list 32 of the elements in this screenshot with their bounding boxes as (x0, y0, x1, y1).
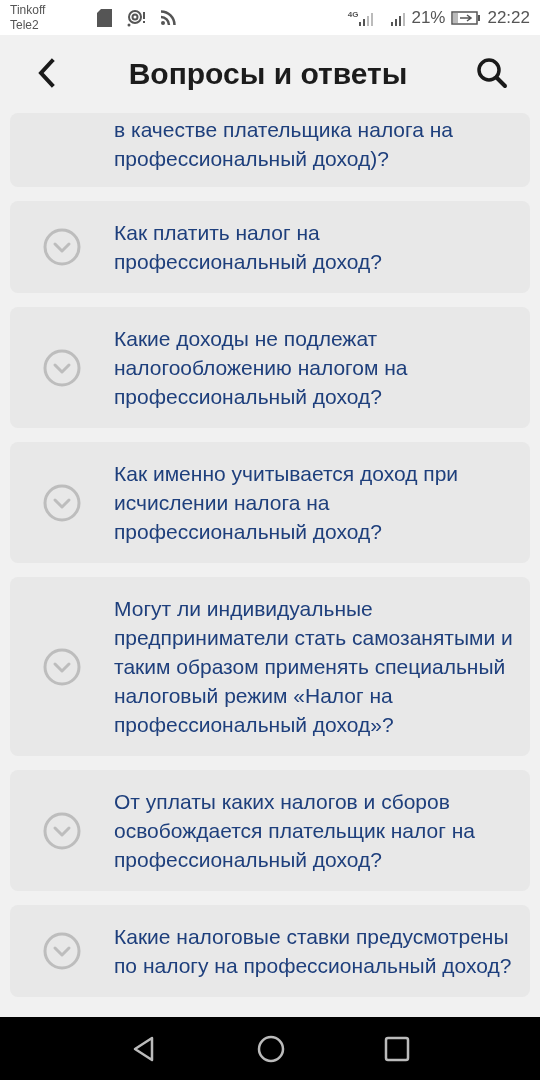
chevron-circle-icon[interactable] (43, 228, 81, 266)
question-text: Как именно учитывается доход при исчислении налога на профессиональный доход? (114, 461, 460, 545)
battery-charging-icon (451, 10, 482, 25)
question-item[interactable]: Могут ли индивидуальные предприниматели стать самозанятыми и таким образом применять специальный налоговый режим «Налог на профессиональный доход»? (10, 577, 530, 756)
carrier-name: Tinkoff (10, 2, 47, 18)
question-item[interactable]: Какие налоговые ставки предусмотрены по налогу на профессиональный доход? (10, 905, 530, 997)
rss-icon (161, 10, 176, 25)
hotspot-icon (127, 8, 147, 27)
home-icon[interactable] (257, 1034, 285, 1063)
page-title: Вопросы и ответы (127, 55, 409, 92)
question-text: в качестве плательщика налога на профессиональный доход)? (114, 117, 455, 172)
question-item[interactable]: Как платить налог на профессиональный доход? (10, 201, 530, 293)
question-item[interactable]: Как именно учитывается доход при исчислении налога на профессиональный доход? (10, 442, 530, 563)
chevron-circle-icon[interactable] (43, 483, 81, 522)
question-item[interactable]: От уплаты каких налогов и сборов освобождается плательщик налог на профессиональный доход? (10, 770, 530, 891)
question-text: Какие доходы не подлежат налогообложению налогом на профессиональный доход? (114, 326, 409, 410)
question-item[interactable]: Какие доходы не подлежат налогообложению налогом на профессиональный доход? (10, 307, 530, 428)
question-text: Могут ли индивидуальные предприниматели стать самозанятыми и таким образом применять специальный налоговый режим «Налог на профессиональный доход»? (114, 596, 514, 738)
question-text: От уплаты каких налогов и сборов освобождается плательщик налог на профессиональный доход? (114, 789, 476, 873)
question-text: Какие налоговые ставки предусмотрены по налогу на профессиональный доход? (114, 924, 513, 979)
question-item[interactable]: в качестве плательщика налога на профессиональный доход)? (10, 113, 530, 187)
chevron-circle-icon[interactable] (43, 348, 81, 387)
network-type: 4G (347, 11, 359, 19)
chevron-circle-icon[interactable] (43, 932, 81, 970)
sd-card-icon (97, 8, 112, 27)
recents-icon[interactable] (384, 1035, 411, 1062)
battery-percent: 21% (411, 6, 446, 29)
chevron-circle-icon[interactable] (43, 647, 81, 686)
question-text: Как платить налог на профессиональный доход? (114, 220, 383, 275)
carrier-name: Tele2 (10, 17, 40, 33)
chevron-circle-icon[interactable] (43, 811, 81, 850)
clock: 22:22 (487, 6, 530, 29)
